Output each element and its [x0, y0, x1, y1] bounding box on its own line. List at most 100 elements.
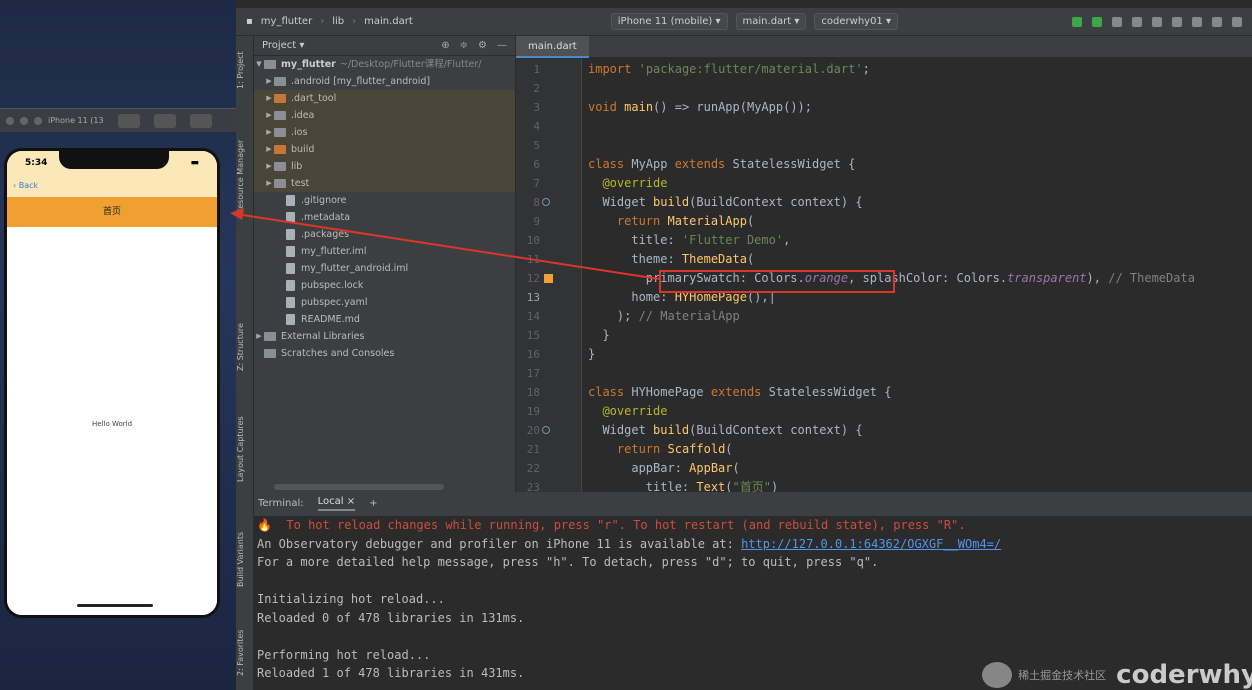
project-panel-header: Project ▾ ⊕ ≑ ⚙ —	[254, 36, 515, 56]
tab-resource-manager[interactable]: Resource Manager	[236, 122, 254, 232]
tree-item[interactable]: my_flutter_android.iml	[254, 260, 515, 277]
search-icon[interactable]	[1232, 16, 1242, 27]
file-icon	[286, 246, 295, 257]
override-gutter-icon[interactable]	[542, 426, 550, 434]
device-manager-icon[interactable]	[1172, 16, 1182, 27]
tree-item-label: .ios	[291, 127, 308, 138]
breadcrumb-lib[interactable]: lib	[332, 16, 344, 27]
observatory-link[interactable]: http://127.0.0.1:64362/OGXGF__WOm4=/	[741, 537, 1001, 551]
layout-icon[interactable]	[1212, 16, 1222, 27]
code-editor[interactable]: 1 import 'package:flutter/material.dart';…	[516, 58, 1252, 492]
breadcrumb-separator: ›	[352, 16, 357, 27]
tree-item-label: pubspec.lock	[301, 280, 364, 291]
tree-item-label: pubspec.yaml	[301, 297, 368, 308]
tree-item-label: .android [my_flutter_android]	[291, 76, 431, 87]
tree-item-label: .packages	[301, 229, 350, 240]
code-line: 17	[526, 367, 540, 380]
tree-item[interactable]: pubspec.lock	[254, 277, 515, 294]
zoom-dot[interactable]	[34, 116, 42, 125]
tree-item[interactable]: ▶ lib	[254, 158, 515, 175]
breadcrumb-separator: ›	[320, 16, 325, 27]
tab-layout-captures[interactable]: Layout Captures	[236, 404, 254, 494]
folder-icon	[274, 94, 286, 103]
terminal-line: Reloaded 0 of 478 libraries in 131ms.	[257, 610, 525, 625]
device-selector[interactable]: iPhone 11 (mobile) ▾	[610, 13, 728, 30]
breadcrumb-file[interactable]: main.dart	[364, 16, 413, 27]
color-swatch-icon[interactable]	[544, 274, 553, 283]
locate-icon[interactable]: ⊕	[441, 40, 449, 51]
tree-item[interactable]: ▶ .android [my_flutter_android]	[254, 73, 515, 90]
tab-structure[interactable]: Z: Structure	[236, 312, 254, 382]
terminal-line: Initializing hot reload...	[257, 592, 445, 606]
tree-item[interactable]: my_flutter.iml	[254, 243, 515, 260]
close-dot[interactable]	[6, 116, 14, 125]
project-panel-actions: ⊕ ≑ ⚙ —	[441, 40, 515, 51]
tree-item[interactable]: ▶ .ios	[254, 124, 515, 141]
phone-notch	[59, 151, 169, 169]
app-body: Hello World	[7, 227, 217, 615]
terminal-output[interactable]: 🔥 To hot reload changes while running, p…	[254, 516, 1252, 683]
ide-toolbar: ▪ my_flutter › lib › main.dart iPhone 11…	[236, 8, 1252, 36]
hide-icon[interactable]: —	[497, 40, 507, 51]
add-terminal-icon[interactable]: +	[369, 498, 377, 509]
run-config-selector[interactable]: main.dart ▾	[735, 13, 807, 30]
code-line: 20 Widget build(BuildContext context) {	[526, 423, 863, 437]
terminal-title: Terminal:	[258, 498, 304, 509]
tree-item[interactable]: .gitignore	[254, 192, 515, 209]
scratches-and-consoles[interactable]: Scratches and Consoles	[254, 345, 515, 362]
tree-item[interactable]: .metadata	[254, 209, 515, 226]
breadcrumb-project[interactable]: my_flutter	[261, 16, 312, 27]
vcs-label: coderwhy01	[821, 16, 883, 27]
home-button[interactable]	[153, 113, 176, 128]
tree-item-label: .metadata	[301, 212, 351, 223]
tab-main-dart[interactable]: main.dart	[516, 36, 589, 58]
tree-item[interactable]: ▶ .dart_tool	[254, 90, 515, 107]
hot-reload-icon[interactable]	[1132, 16, 1142, 27]
minimize-dot[interactable]	[20, 116, 28, 125]
attach-icon[interactable]	[1112, 16, 1122, 27]
tab-local[interactable]: Local ×	[317, 496, 356, 511]
tab-build-variants[interactable]: Build Variants	[236, 518, 254, 600]
folder-icon	[274, 145, 286, 154]
run-icon[interactable]	[1072, 16, 1082, 27]
tab-favorites[interactable]: 2: Favorites	[236, 620, 254, 686]
file-icon	[286, 229, 295, 240]
code-line: 18 class HYHomePage extends StatelessWidg…	[526, 385, 892, 399]
tab-project[interactable]: 1: Project	[236, 40, 254, 100]
horizontal-scrollbar[interactable]	[274, 484, 444, 490]
desktop-background: iPhone 11 (13 5:34 ▬ ‹ Back 首页 Hello Wor…	[0, 0, 236, 690]
tree-item-label: README.md	[301, 314, 360, 325]
tree-item[interactable]: pubspec.yaml	[254, 294, 515, 311]
terminal-panel: Terminal: Local × + 🔥 To hot reload chan…	[254, 492, 1252, 690]
code-line: 11 theme: ThemeData(	[526, 252, 755, 266]
sdk-manager-icon[interactable]	[1192, 16, 1202, 27]
tree-item[interactable]: README.md	[254, 311, 515, 328]
home-indicator	[77, 604, 153, 607]
tree-item[interactable]: ▶ build	[254, 141, 515, 158]
screenshot-button[interactable]	[117, 113, 140, 128]
tree-root[interactable]: ▼ my_flutter ~/Desktop/Flutter课程/Flutter/	[254, 56, 515, 73]
back-button[interactable]: ‹ Back	[7, 175, 217, 197]
code-line: 3 void main() => runApp(MyApp());	[533, 100, 812, 114]
stop-icon[interactable]	[1152, 16, 1162, 27]
app-bar-title: 首页	[102, 207, 121, 217]
vcs-selector[interactable]: coderwhy01 ▾	[814, 13, 898, 30]
file-icon	[286, 212, 295, 223]
tree-item[interactable]: ▶ .idea	[254, 107, 515, 124]
collapse-icon[interactable]: ≑	[460, 40, 468, 51]
override-gutter-icon[interactable]	[542, 198, 550, 206]
tree-item-label: my_flutter.iml	[301, 246, 367, 257]
project-panel-title[interactable]: Project	[262, 40, 296, 51]
tree-item-label: .gitignore	[301, 195, 347, 206]
terminal-text: An Observatory debugger and profiler on …	[257, 536, 742, 551]
rotate-button[interactable]	[189, 113, 212, 128]
debug-icon[interactable]	[1092, 16, 1102, 27]
external-libraries[interactable]: ▶ External Libraries	[254, 328, 515, 345]
tree-item[interactable]: ▶ test	[254, 175, 515, 192]
folder-icon	[274, 111, 286, 120]
tree-item[interactable]: .packages	[254, 226, 515, 243]
wechat-icon	[982, 662, 1013, 688]
code-line: 8 Widget build(BuildContext context) {	[533, 195, 863, 209]
gear-icon[interactable]: ⚙	[478, 40, 487, 51]
